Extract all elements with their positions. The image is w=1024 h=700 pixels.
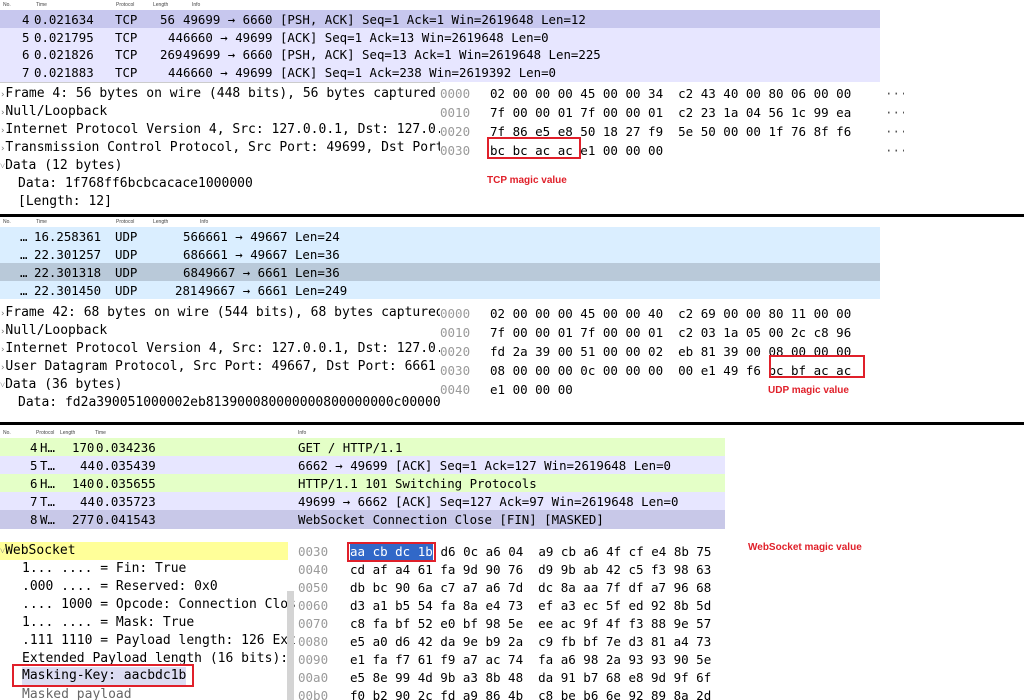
tree-item-data-value[interactable]: Data: 1f768ff6bcbcacace1000000 [18, 175, 253, 193]
col-no[interactable]: No. [3, 219, 11, 225]
col-time[interactable]: Time [95, 430, 106, 436]
col-time[interactable]: Time [36, 2, 47, 8]
col-length[interactable]: Length [153, 2, 168, 8]
websocket-hex-pane: 0030 aa cb dc 1b d6 0c a6 04 a9 cb a6 4f … [298, 542, 712, 700]
tree-item-mask[interactable]: 1... .... = Mask: True [22, 614, 194, 632]
tree-item-fin[interactable]: 1... .... = Fin: True [22, 560, 186, 578]
websocket-details-tree: ˅WebSocket 1... .... = Fin: True .000 ..… [0, 541, 296, 700]
tcp-magic-highlight-box [487, 137, 581, 159]
tcp-magic-annotation: TCP magic value [487, 175, 567, 186]
col-protocol[interactable]: Protocol [116, 219, 134, 225]
tree-item-data[interactable]: ˅Data (12 bytes) [0, 157, 122, 175]
tree-item-frame[interactable]: ›Frame 42: 68 bytes on wire (544 bits), … [0, 304, 440, 322]
packet-row[interactable]: 6 0.021826 TCP 269 49699 → 6660 [PSH, AC… [0, 45, 880, 64]
col-no[interactable]: No. [3, 2, 11, 8]
tcp-details-tree: ›Frame 4: 56 bytes on wire (448 bits), 5… [0, 82, 440, 215]
tree-item-null[interactable]: ›Null/Loopback [0, 103, 107, 121]
col-info[interactable]: Info [200, 219, 208, 225]
websocket-magic-highlight-box [347, 542, 436, 562]
col-length[interactable]: Length [153, 219, 168, 225]
section-divider [0, 422, 1024, 425]
websocket-magic-annotation: WebSocket magic value [748, 542, 862, 553]
tree-item-ip[interactable]: ›Internet Protocol Version 4, Src: 127.0… [0, 121, 440, 139]
tree-item-data[interactable]: ˅Data (36 bytes) [0, 376, 122, 394]
packet-row[interactable]: 5 T… 44 0.035439 6662 → 49699 [ACK] Seq=… [0, 456, 725, 475]
col-no[interactable]: No. [3, 430, 11, 436]
col-length[interactable]: Length [60, 430, 75, 436]
tree-item-masked-payload[interactable]: Masked payload [22, 686, 132, 700]
tree-item-frame[interactable]: ›Frame 4: 56 bytes on wire (448 bits), 5… [0, 85, 436, 103]
udp-magic-annotation: UDP magic value [768, 385, 849, 396]
tree-item-tcp[interactable]: ›Transmission Control Protocol, Src Port… [0, 139, 440, 157]
packet-row[interactable]: … 22.301450 UDP 281 49667 → 6661 Len=249 [0, 281, 880, 299]
tree-item-ip[interactable]: ›Internet Protocol Version 4, Src: 127.0… [0, 340, 440, 358]
packet-row[interactable]: 8 W… 277 0.041543 WebSocket Connection C… [0, 510, 725, 529]
udp-details-tree: ›Frame 42: 68 bytes on wire (544 bits), … [0, 301, 440, 413]
udp-packet-list: No. Time Protocol Length Info … 16.25836… [0, 217, 880, 299]
col-info[interactable]: Info [192, 2, 200, 8]
tree-item-length[interactable]: [Length: 12] [18, 193, 112, 211]
tree-item-payload-length[interactable]: .111 1110 = Payload length: 126 Ext [22, 632, 296, 650]
col-info[interactable]: Info [298, 430, 306, 436]
masking-key-highlight-box [12, 664, 194, 687]
tree-item-opcode[interactable]: .... 1000 = Opcode: Connection Clos [22, 596, 296, 614]
tree-item-data-value[interactable]: Data: fd2a390051000002eb8139000800000008… [18, 394, 440, 412]
details-scrollbar[interactable] [287, 591, 294, 700]
col-protocol[interactable]: Protocol [36, 430, 54, 436]
udp-hex-pane: 0000 02 00 00 00 45 00 00 40 c2 69 00 00 … [440, 301, 880, 413]
tree-item-null[interactable]: ›Null/Loopback [0, 322, 107, 340]
tree-item-reserved[interactable]: .000 .... = Reserved: 0x0 [22, 578, 218, 596]
packet-row[interactable]: 7 T… 44 0.035723 49699 → 6662 [ACK] Seq=… [0, 492, 725, 511]
packet-row[interactable]: 4 H… 170 0.034236 GET / HTTP/1.1 [0, 438, 725, 457]
packet-row[interactable]: 4 0.021634 TCP 56 49699 → 6660 [PSH, ACK… [0, 10, 880, 29]
packet-row[interactable]: … 22.301318 UDP 68 49667 → 6661 Len=36 [0, 263, 880, 282]
websocket-packet-list: No. Protocol Length Time Info 4 H… 170 0… [0, 428, 725, 532]
tree-item-websocket[interactable]: ˅WebSocket [0, 542, 288, 560]
packet-row[interactable]: 7 0.021883 TCP 44 6660 → 49699 [ACK] Seq… [0, 63, 880, 82]
tree-item-udp[interactable]: ›User Datagram Protocol, Src Port: 49667… [0, 358, 436, 376]
packet-row[interactable]: 6 H… 140 0.035655 HTTP/1.1 101 Switching… [0, 474, 725, 493]
col-protocol[interactable]: Protocol [116, 2, 134, 8]
tcp-hex-pane: 0000 02 00 00 00 45 00 00 34 c2 43 40 00 … [440, 86, 904, 186]
tcp-packet-list: No. Time Protocol Length Info 4 0.021634… [0, 0, 880, 82]
packet-row[interactable]: … 22.301257 UDP 68 6661 → 49667 Len=36 [0, 245, 880, 264]
udp-magic-highlight-box [769, 355, 865, 378]
col-time[interactable]: Time [36, 219, 47, 225]
packet-row[interactable]: … 16.258361 UDP 56 6661 → 49667 Len=24 [0, 227, 880, 246]
